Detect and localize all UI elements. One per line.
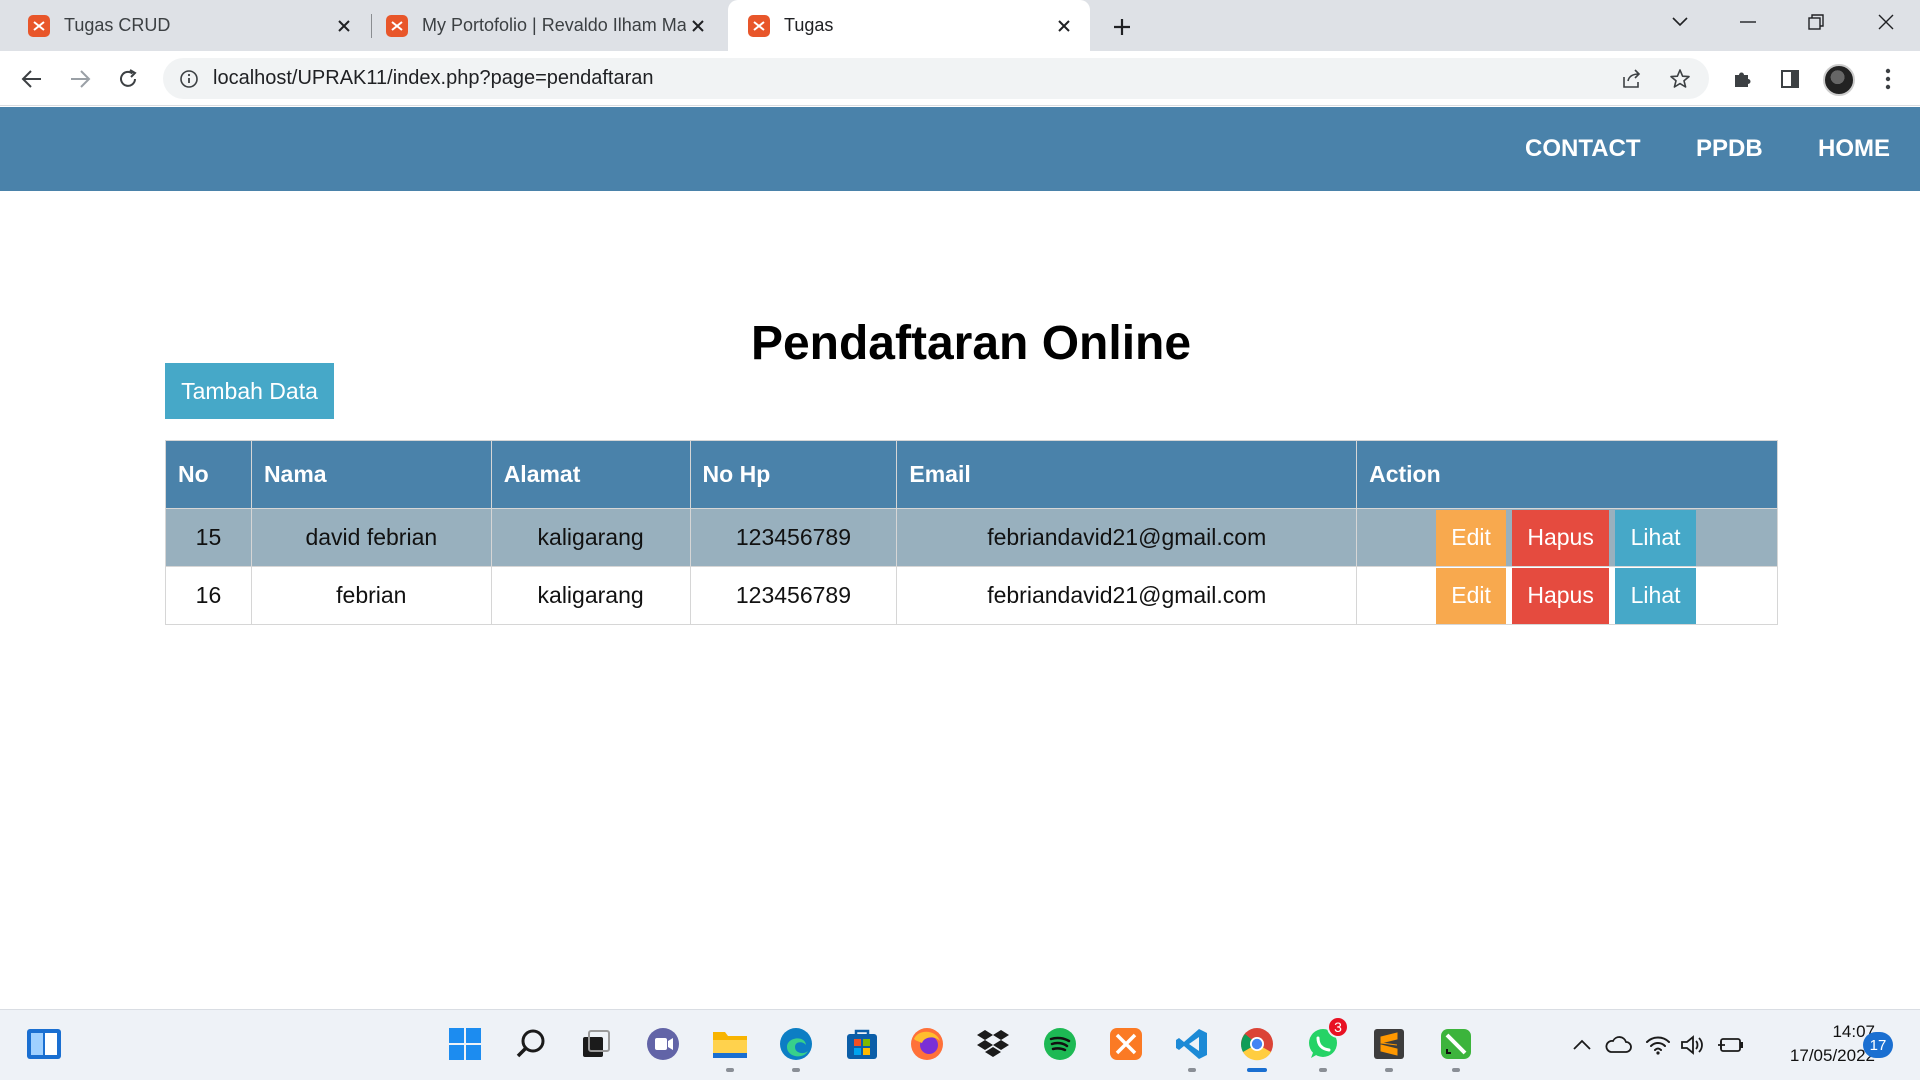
file-explorer-icon[interactable] bbox=[710, 1024, 750, 1072]
table-row: 16 febrian kaligarang 123456789 febriand… bbox=[165, 566, 1778, 625]
header-alamat: Alamat bbox=[490, 440, 691, 509]
hapus-button[interactable]: Hapus bbox=[1512, 567, 1610, 624]
chrome-icon[interactable] bbox=[1237, 1024, 1277, 1072]
nav-ppdb[interactable]: PPDB bbox=[1696, 107, 1763, 191]
header-nama: Nama bbox=[250, 440, 492, 509]
running-indicator bbox=[1452, 1068, 1460, 1072]
site-navbar: CONTACT PPDB HOME bbox=[0, 107, 1920, 191]
tab-tugas[interactable]: Tugas bbox=[728, 0, 1090, 51]
spotify-icon[interactable] bbox=[1040, 1024, 1080, 1064]
extensions-puzzle-icon[interactable] bbox=[1724, 61, 1760, 97]
whatsapp-icon[interactable]: 3 bbox=[1303, 1016, 1349, 1072]
close-window-icon[interactable] bbox=[1858, 0, 1914, 44]
close-tab-icon[interactable] bbox=[1052, 14, 1076, 38]
tray-chevron-up-icon[interactable] bbox=[1567, 1030, 1597, 1060]
cell-alamat: kaligarang bbox=[490, 566, 691, 625]
edit-button[interactable]: Edit bbox=[1436, 509, 1507, 566]
cell-actions: Edit Hapus Lihat bbox=[1356, 508, 1778, 567]
header-nohp: No Hp bbox=[689, 440, 898, 509]
hapus-button[interactable]: Hapus bbox=[1512, 509, 1610, 566]
close-tab-icon[interactable] bbox=[332, 14, 356, 38]
cell-nama: david febrian bbox=[250, 508, 492, 567]
nav-home[interactable]: HOME bbox=[1818, 107, 1890, 191]
xampp-favicon-icon bbox=[386, 14, 408, 37]
cell-actions: Edit Hapus Lihat bbox=[1356, 566, 1778, 625]
new-tab-button[interactable] bbox=[1106, 11, 1138, 43]
cell-alamat: kaligarang bbox=[490, 508, 691, 567]
clock-date: 17/05/2022 bbox=[1789, 1046, 1875, 1065]
tambah-data-button[interactable]: Tambah Data bbox=[165, 363, 334, 419]
restore-icon[interactable] bbox=[1788, 0, 1844, 44]
browser-toolbar: localhost/UPRAK11/index.php?page=pendaft… bbox=[0, 51, 1920, 106]
edge-icon[interactable] bbox=[776, 1024, 816, 1072]
xampp-icon[interactable] bbox=[1106, 1024, 1146, 1064]
cell-no: 16 bbox=[165, 566, 252, 625]
tab-strip: Tugas CRUD My Portofolio | Revaldo Ilham… bbox=[0, 0, 1920, 51]
windows-taskbar: 3 bbox=[0, 1009, 1920, 1080]
task-view-icon[interactable] bbox=[576, 1024, 616, 1064]
back-button[interactable] bbox=[14, 61, 50, 97]
lihat-button[interactable]: Lihat bbox=[1615, 509, 1697, 566]
start-windows-icon[interactable] bbox=[445, 1024, 485, 1064]
running-indicator bbox=[1188, 1068, 1196, 1072]
sublime-text-icon[interactable] bbox=[1369, 1024, 1409, 1072]
teams-chat-icon[interactable] bbox=[643, 1024, 683, 1064]
cell-nohp: 123456789 bbox=[689, 508, 898, 567]
edit-button[interactable]: Edit bbox=[1436, 567, 1507, 624]
widgets-icon[interactable] bbox=[24, 1024, 64, 1064]
firefox-icon[interactable] bbox=[907, 1024, 947, 1064]
chrome-menu-icon[interactable] bbox=[1870, 61, 1906, 97]
whatsapp-badge: 3 bbox=[1327, 1016, 1349, 1038]
header-action: Action bbox=[1356, 440, 1778, 509]
green-app-icon[interactable] bbox=[1436, 1024, 1476, 1072]
cell-email: febriandavid21@gmail.com bbox=[896, 566, 1358, 625]
url-text: localhost/UPRAK11/index.php?page=pendaft… bbox=[213, 67, 654, 89]
profile-avatar[interactable] bbox=[1823, 64, 1855, 96]
nav-contact[interactable]: CONTACT bbox=[1525, 107, 1641, 191]
side-panel-icon[interactable] bbox=[1772, 61, 1808, 97]
ms-store-icon[interactable] bbox=[842, 1024, 882, 1064]
cell-email: febriandavid21@gmail.com bbox=[896, 508, 1358, 567]
minimize-icon[interactable] bbox=[1720, 0, 1776, 44]
header-no: No bbox=[165, 440, 252, 509]
dropbox-icon[interactable] bbox=[973, 1024, 1013, 1064]
running-indicator bbox=[726, 1068, 734, 1072]
clock-time: 14:07 bbox=[1832, 1022, 1875, 1041]
registration-table: No Nama Alamat No Hp Email Action 15 dav… bbox=[165, 440, 1778, 625]
cell-nohp: 123456789 bbox=[689, 566, 898, 625]
cell-nama: febrian bbox=[250, 566, 492, 625]
reload-button[interactable] bbox=[110, 61, 146, 97]
tab-portofolio[interactable]: My Portofolio | Revaldo Ilham Ma bbox=[372, 0, 724, 51]
table-row: 15 david febrian kaligarang 123456789 fe… bbox=[165, 508, 1778, 567]
tab-title: Tugas CRUD bbox=[64, 15, 171, 35]
forward-button[interactable] bbox=[62, 61, 98, 97]
close-tab-icon[interactable] bbox=[686, 14, 710, 38]
cell-no: 15 bbox=[165, 508, 252, 567]
running-indicator bbox=[792, 1068, 800, 1072]
search-icon[interactable] bbox=[511, 1024, 551, 1064]
address-bar[interactable]: localhost/UPRAK11/index.php?page=pendaft… bbox=[163, 58, 1709, 99]
site-info-icon[interactable] bbox=[177, 67, 201, 91]
tab-tugas-crud[interactable]: Tugas CRUD bbox=[0, 0, 370, 51]
bookmark-star-icon[interactable] bbox=[1667, 66, 1693, 92]
wifi-icon[interactable] bbox=[1643, 1030, 1673, 1060]
notification-center-badge[interactable]: 17 bbox=[1863, 1032, 1893, 1058]
onedrive-cloud-icon[interactable] bbox=[1603, 1030, 1633, 1060]
tab-title: My Portofolio | Revaldo Ilham Ma bbox=[422, 15, 686, 35]
tab-title: Tugas bbox=[784, 15, 834, 35]
volume-icon[interactable] bbox=[1678, 1030, 1708, 1060]
vscode-icon[interactable] bbox=[1172, 1024, 1212, 1072]
table-header-row: No Nama Alamat No Hp Email Action bbox=[165, 440, 1778, 509]
battery-charging-icon[interactable] bbox=[1716, 1030, 1746, 1060]
taskbar-clock[interactable]: 14:07 17/05/2022 bbox=[1755, 1020, 1875, 1068]
running-indicator bbox=[1319, 1068, 1327, 1072]
xampp-favicon-icon bbox=[748, 14, 770, 37]
active-indicator bbox=[1247, 1068, 1267, 1072]
xampp-favicon-icon bbox=[28, 14, 50, 37]
header-email: Email bbox=[896, 440, 1358, 509]
running-indicator bbox=[1385, 1068, 1393, 1072]
share-icon[interactable] bbox=[1619, 66, 1645, 92]
tab-search-chevron-icon[interactable] bbox=[1652, 0, 1708, 44]
lihat-button[interactable]: Lihat bbox=[1615, 567, 1697, 624]
